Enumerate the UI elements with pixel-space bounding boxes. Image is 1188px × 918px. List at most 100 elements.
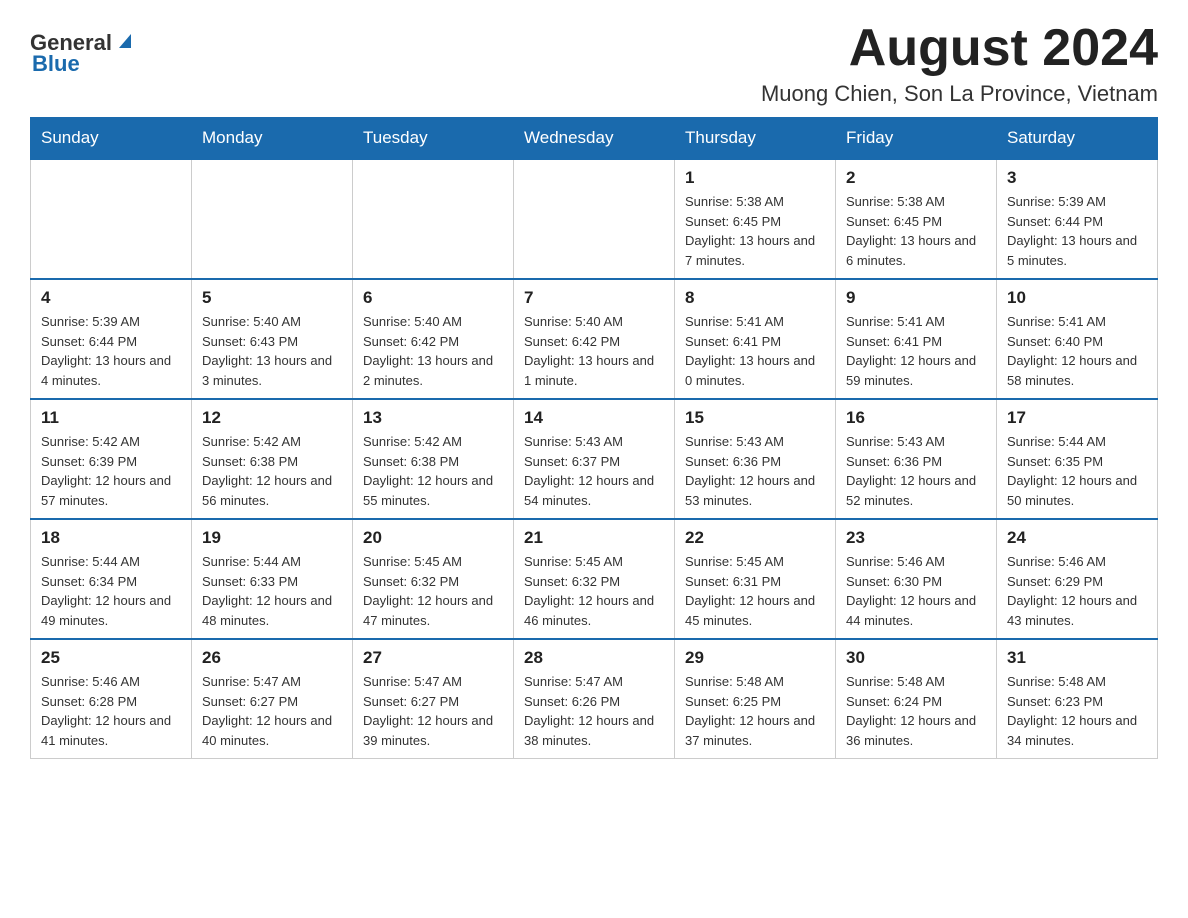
day-info: Sunrise: 5:46 AMSunset: 6:30 PMDaylight:…: [846, 552, 986, 630]
day-number: 28: [524, 648, 664, 668]
calendar-day-cell: 25 Sunrise: 5:46 AMSunset: 6:28 PMDayligh…: [31, 639, 192, 759]
calendar-day-cell: 3Sunrise: 5:39 AMSunset: 6:44 PMDaylight…: [997, 159, 1158, 279]
day-number: 16: [846, 408, 986, 428]
day-number: 17: [1007, 408, 1147, 428]
day-number: 30: [846, 648, 986, 668]
day-info: Sunrise: 5:43 AMSunset: 6:36 PMDaylight:…: [846, 432, 986, 510]
calendar-day-cell: [31, 159, 192, 279]
day-info: Sunrise: 5:47 AMSunset: 6:26 PMDaylight:…: [524, 672, 664, 750]
calendar-day-cell: 18Sunrise: 5:44 AMSunset: 6:34 PMDayligh…: [31, 519, 192, 639]
day-number: 11: [41, 408, 181, 428]
calendar-day-cell: 27 Sunrise: 5:47 AMSunset: 6:27 PMDayligh…: [353, 639, 514, 759]
day-info: Sunrise: 5:41 AMSunset: 6:41 PMDaylight:…: [685, 312, 825, 390]
calendar-week-row: 1Sunrise: 5:38 AMSunset: 6:45 PMDaylight…: [31, 159, 1158, 279]
calendar-header-wednesday: Wednesday: [514, 118, 675, 160]
day-info: Sunrise: 5:44 AMSunset: 6:34 PMDaylight:…: [41, 552, 181, 630]
calendar-day-cell: [514, 159, 675, 279]
day-number: 3: [1007, 168, 1147, 188]
day-info: Sunrise: 5:41 AMSunset: 6:41 PMDaylight:…: [846, 312, 986, 390]
day-info: Sunrise: 5:45 AMSunset: 6:31 PMDaylight:…: [685, 552, 825, 630]
calendar-day-cell: 22 Sunrise: 5:45 AMSunset: 6:31 PMDayligh…: [675, 519, 836, 639]
calendar-day-cell: 30 Sunrise: 5:48 AMSunset: 6:24 PMDayligh…: [836, 639, 997, 759]
title-area: August 2024 Muong Chien, Son La Province…: [761, 20, 1158, 107]
logo-blue-text: Blue: [32, 51, 80, 77]
calendar-day-cell: 17 Sunrise: 5:44 AMSunset: 6:35 PMDayligh…: [997, 399, 1158, 519]
calendar-day-cell: 21Sunrise: 5:45 AMSunset: 6:32 PMDayligh…: [514, 519, 675, 639]
day-number: 24: [1007, 528, 1147, 548]
day-info: Sunrise: 5:48 AMSunset: 6:23 PMDaylight:…: [1007, 672, 1147, 750]
day-info: Sunrise: 5:43 AMSunset: 6:37 PMDaylight:…: [524, 432, 664, 510]
calendar-day-cell: 16 Sunrise: 5:43 AMSunset: 6:36 PMDayligh…: [836, 399, 997, 519]
day-info: Sunrise: 5:38 AMSunset: 6:45 PMDaylight:…: [846, 192, 986, 270]
day-info: Sunrise: 5:45 AMSunset: 6:32 PMDaylight:…: [363, 552, 503, 630]
calendar-day-cell: 11 Sunrise: 5:42 AMSunset: 6:39 PMDayligh…: [31, 399, 192, 519]
day-info: Sunrise: 5:46 AMSunset: 6:28 PMDaylight:…: [41, 672, 181, 750]
day-number: 13: [363, 408, 503, 428]
logo: General Blue: [30, 28, 136, 77]
day-info: Sunrise: 5:48 AMSunset: 6:25 PMDaylight:…: [685, 672, 825, 750]
calendar-day-cell: 12Sunrise: 5:42 AMSunset: 6:38 PMDayligh…: [192, 399, 353, 519]
day-number: 20: [363, 528, 503, 548]
day-number: 29: [685, 648, 825, 668]
day-number: 6: [363, 288, 503, 308]
day-number: 12: [202, 408, 342, 428]
calendar-day-cell: 14 Sunrise: 5:43 AMSunset: 6:37 PMDayligh…: [514, 399, 675, 519]
calendar-day-cell: 10 Sunrise: 5:41 AMSunset: 6:40 PMDayligh…: [997, 279, 1158, 399]
day-info: Sunrise: 5:40 AMSunset: 6:42 PMDaylight:…: [363, 312, 503, 390]
day-number: 25: [41, 648, 181, 668]
day-info: Sunrise: 5:44 AMSunset: 6:33 PMDaylight:…: [202, 552, 342, 630]
calendar-day-cell: 8 Sunrise: 5:41 AMSunset: 6:41 PMDaylight…: [675, 279, 836, 399]
calendar-day-cell: 7Sunrise: 5:40 AMSunset: 6:42 PMDaylight…: [514, 279, 675, 399]
calendar-day-cell: 6 Sunrise: 5:40 AMSunset: 6:42 PMDaylight…: [353, 279, 514, 399]
day-info: Sunrise: 5:47 AMSunset: 6:27 PMDaylight:…: [363, 672, 503, 750]
calendar-week-row: 11 Sunrise: 5:42 AMSunset: 6:39 PMDayligh…: [31, 399, 1158, 519]
day-info: Sunrise: 5:43 AMSunset: 6:36 PMDaylight:…: [685, 432, 825, 510]
calendar-day-cell: 28 Sunrise: 5:47 AMSunset: 6:26 PMDayligh…: [514, 639, 675, 759]
calendar-week-row: 25 Sunrise: 5:46 AMSunset: 6:28 PMDayligh…: [31, 639, 1158, 759]
day-info: Sunrise: 5:46 AMSunset: 6:29 PMDaylight:…: [1007, 552, 1147, 630]
day-number: 27: [363, 648, 503, 668]
calendar-day-cell: [353, 159, 514, 279]
day-number: 8: [685, 288, 825, 308]
day-info: Sunrise: 5:39 AMSunset: 6:44 PMDaylight:…: [41, 312, 181, 390]
calendar-header-saturday: Saturday: [997, 118, 1158, 160]
day-number: 22: [685, 528, 825, 548]
day-number: 9: [846, 288, 986, 308]
calendar-header-sunday: Sunday: [31, 118, 192, 160]
calendar-day-cell: 24 Sunrise: 5:46 AMSunset: 6:29 PMDayligh…: [997, 519, 1158, 639]
calendar-table: SundayMondayTuesdayWednesdayThursdayFrid…: [30, 117, 1158, 759]
calendar-day-cell: 1Sunrise: 5:38 AMSunset: 6:45 PMDaylight…: [675, 159, 836, 279]
calendar-day-cell: 13 Sunrise: 5:42 AMSunset: 6:38 PMDayligh…: [353, 399, 514, 519]
calendar-day-cell: 29 Sunrise: 5:48 AMSunset: 6:25 PMDayligh…: [675, 639, 836, 759]
day-info: Sunrise: 5:44 AMSunset: 6:35 PMDaylight:…: [1007, 432, 1147, 510]
day-info: Sunrise: 5:47 AMSunset: 6:27 PMDaylight:…: [202, 672, 342, 750]
calendar-day-cell: 15 Sunrise: 5:43 AMSunset: 6:36 PMDayligh…: [675, 399, 836, 519]
day-number: 26: [202, 648, 342, 668]
logo-triangle-icon: [114, 30, 136, 52]
day-number: 4: [41, 288, 181, 308]
day-info: Sunrise: 5:42 AMSunset: 6:39 PMDaylight:…: [41, 432, 181, 510]
location-subtitle: Muong Chien, Son La Province, Vietnam: [761, 81, 1158, 107]
calendar-day-cell: [192, 159, 353, 279]
day-number: 15: [685, 408, 825, 428]
calendar-day-cell: 5Sunrise: 5:40 AMSunset: 6:43 PMDaylight…: [192, 279, 353, 399]
day-info: Sunrise: 5:45 AMSunset: 6:32 PMDaylight:…: [524, 552, 664, 630]
calendar-day-cell: 9 Sunrise: 5:41 AMSunset: 6:41 PMDaylight…: [836, 279, 997, 399]
calendar-header-tuesday: Tuesday: [353, 118, 514, 160]
calendar-header-thursday: Thursday: [675, 118, 836, 160]
calendar-day-cell: 4 Sunrise: 5:39 AMSunset: 6:44 PMDaylight…: [31, 279, 192, 399]
day-number: 14: [524, 408, 664, 428]
calendar-header-monday: Monday: [192, 118, 353, 160]
calendar-week-row: 4 Sunrise: 5:39 AMSunset: 6:44 PMDaylight…: [31, 279, 1158, 399]
calendar-header-friday: Friday: [836, 118, 997, 160]
day-info: Sunrise: 5:40 AMSunset: 6:43 PMDaylight:…: [202, 312, 342, 390]
page-header: General Blue August 2024 Muong Chien, So…: [30, 20, 1158, 107]
day-info: Sunrise: 5:48 AMSunset: 6:24 PMDaylight:…: [846, 672, 986, 750]
day-info: Sunrise: 5:41 AMSunset: 6:40 PMDaylight:…: [1007, 312, 1147, 390]
day-number: 23: [846, 528, 986, 548]
day-number: 10: [1007, 288, 1147, 308]
day-number: 31: [1007, 648, 1147, 668]
calendar-day-cell: 19Sunrise: 5:44 AMSunset: 6:33 PMDayligh…: [192, 519, 353, 639]
day-info: Sunrise: 5:42 AMSunset: 6:38 PMDaylight:…: [363, 432, 503, 510]
calendar-day-cell: 31 Sunrise: 5:48 AMSunset: 6:23 PMDayligh…: [997, 639, 1158, 759]
